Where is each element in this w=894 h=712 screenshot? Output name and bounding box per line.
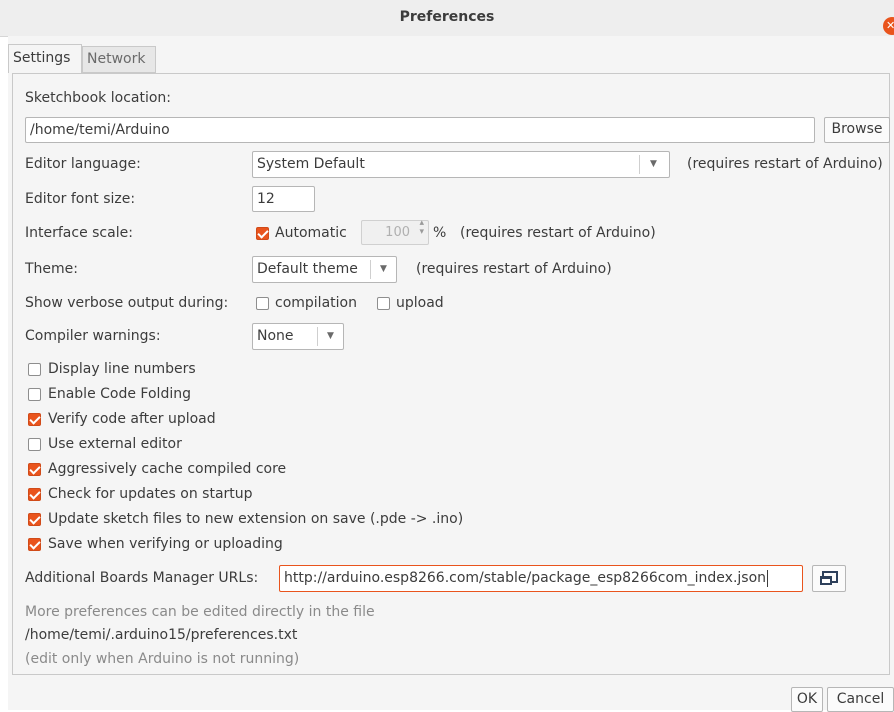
font-size-label: Editor font size: (25, 191, 136, 207)
checkbox-label: Display line numbers (48, 361, 196, 377)
checkbox-label: Enable Code Folding (48, 386, 191, 402)
checkbox-label: Use external editor (48, 436, 182, 452)
boards-urls-value: http://arduino.esp8266.com/stable/packag… (284, 570, 767, 586)
checkbox-label: Verify code after upload (48, 411, 216, 427)
upload-checkbox[interactable] (377, 297, 390, 310)
display-line-numbers-checkbox[interactable] (28, 363, 41, 376)
interface-scale-restart-note: (requires restart of Arduino) (460, 225, 656, 241)
scale-value: 100 (385, 225, 410, 240)
checkbox-label: Aggressively cache compiled core (48, 461, 287, 477)
checkbox-label: Save when verifying or uploading (48, 536, 283, 552)
use-external-editor-checkbox[interactable] (28, 438, 41, 451)
compiler-warnings-select[interactable]: None ▼ (252, 323, 344, 350)
boards-urls-label: Additional Boards Manager URLs: (25, 570, 259, 586)
edit-only-note: (edit only when Arduino is not running) (25, 651, 300, 667)
percent-label: % (433, 225, 447, 241)
check-updates-checkbox[interactable] (28, 488, 41, 501)
enable-code-folding-checkbox[interactable] (28, 388, 41, 401)
more-preferences-note: More preferences can be edited directly … (25, 604, 375, 620)
sketchbook-label: Sketchbook location: (25, 90, 172, 106)
theme-select[interactable]: Default theme ▼ (252, 256, 397, 283)
chevron-down-icon: ▼ (380, 264, 387, 274)
editor-language-value: System Default (257, 156, 365, 172)
text-cursor (767, 569, 769, 587)
interface-scale-label: Interface scale: (25, 225, 133, 241)
edit-urls-button[interactable] (812, 565, 846, 592)
automatic-label: Automatic (275, 225, 347, 241)
chevron-down-icon: ▼ (650, 159, 657, 169)
preferences-file-path: /home/temi/.arduino15/preferences.txt (25, 627, 298, 643)
tab-settings[interactable]: Settings (8, 44, 82, 73)
tab-network[interactable]: Network (82, 46, 156, 73)
title-bar: Preferences ✕ (0, 0, 894, 37)
upload-label: upload (396, 295, 444, 311)
editor-language-label: Editor language: (25, 156, 141, 172)
automatic-checkbox[interactable] (256, 227, 269, 240)
compilation-label: compilation (275, 295, 357, 311)
update-extension-checkbox[interactable] (28, 513, 41, 526)
cancel-button[interactable]: Cancel (827, 687, 894, 712)
verify-code-checkbox[interactable] (28, 413, 41, 426)
editor-language-restart-note: (requires restart of Arduino) (687, 156, 883, 172)
theme-label: Theme: (25, 261, 79, 277)
combo-separator (370, 260, 371, 279)
cache-core-checkbox[interactable] (28, 463, 41, 476)
compilation-checkbox[interactable] (256, 297, 269, 310)
compiler-warnings-value: None (257, 328, 294, 344)
editor-language-select[interactable]: System Default ▼ (252, 151, 670, 178)
spinner-arrows-icon: ▴ ▾ (419, 218, 424, 237)
verbose-label: Show verbose output during: (25, 295, 229, 311)
scale-spinner: 100 ▴ ▾ (361, 218, 429, 245)
combo-separator (317, 327, 318, 346)
window-title: Preferences (399, 9, 495, 25)
boards-urls-input[interactable]: http://arduino.esp8266.com/stable/packag… (279, 565, 803, 592)
ok-button[interactable]: OK (791, 687, 823, 712)
save-when-verifying-checkbox[interactable] (28, 538, 41, 551)
window-list-icon (820, 571, 838, 585)
compiler-warnings-label: Compiler warnings: (25, 328, 161, 344)
checkbox-label: Check for updates on startup (48, 486, 253, 502)
settings-panel: Sketchbook location: /home/temi/Arduino … (12, 73, 890, 675)
browse-button[interactable]: Browse (824, 117, 890, 143)
checkbox-label: Update sketch files to new extension on … (48, 511, 464, 527)
preferences-window: Settings Network Sketchbook location: /h… (8, 36, 894, 712)
sketchbook-path-input[interactable]: /home/temi/Arduino (25, 117, 815, 143)
font-size-input[interactable]: 12 (252, 186, 315, 212)
theme-restart-note: (requires restart of Arduino) (416, 261, 612, 277)
combo-separator (639, 155, 640, 174)
close-icon[interactable]: ✕ (883, 17, 894, 35)
chevron-down-icon: ▼ (327, 331, 334, 341)
theme-value: Default theme (257, 261, 358, 277)
